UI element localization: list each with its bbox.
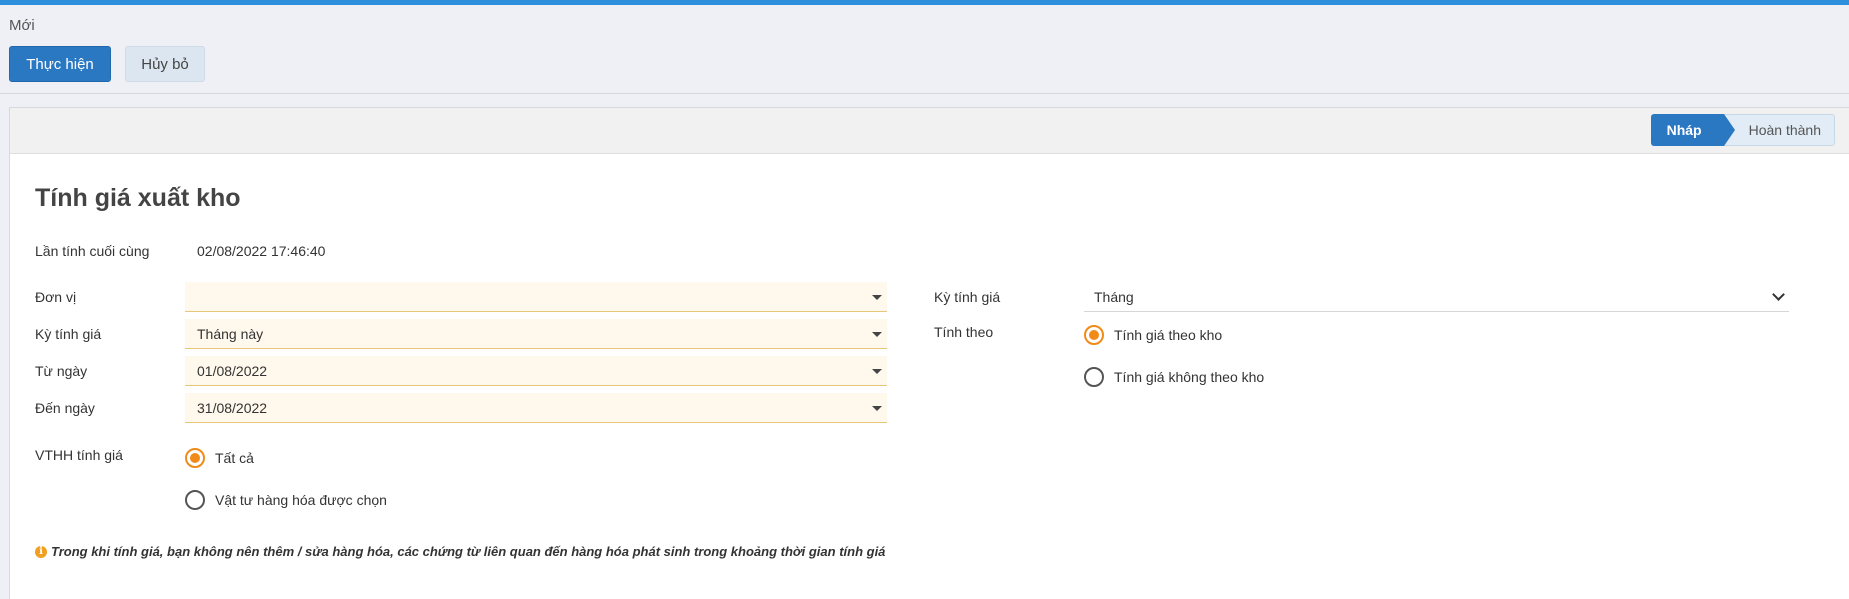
from-date-label: Từ ngày [35, 363, 88, 379]
breadcrumb: Mới [9, 17, 35, 34]
period-label: Kỳ tính giá [35, 326, 102, 342]
cancel-button[interactable]: Hủy bỏ [125, 46, 205, 82]
to-date-field[interactable]: 31/08/2022 [185, 393, 887, 423]
status-step-done[interactable]: Hoàn thành [1723, 114, 1835, 146]
last-calc-label: Lần tính cuối cùng [35, 243, 150, 259]
caret-down-icon [872, 295, 882, 300]
info-circle-icon: i [35, 545, 47, 558]
radio-by-warehouse-label: Tính giá theo kho [1114, 327, 1223, 343]
chevron-down-icon [1772, 288, 1785, 301]
top-accent-bar [0, 0, 1849, 5]
to-date-label: Đến ngày [35, 400, 95, 416]
radio-selected-items[interactable] [185, 490, 205, 510]
status-steps: Nháp Hoàn thành [1650, 114, 1835, 146]
info-note-text: Trong khi tính giá, bạn không nên thêm /… [51, 544, 886, 559]
radio-all-items[interactable] [185, 448, 205, 468]
caret-down-icon [872, 332, 882, 337]
page-title: Tính giá xuất kho [35, 184, 241, 212]
radio-all-items-label: Tất cả [215, 450, 254, 466]
unit-select[interactable] [185, 282, 887, 312]
status-bar: Nháp Hoàn thành [10, 108, 1849, 154]
radio-not-by-warehouse[interactable] [1084, 367, 1104, 387]
status-step-draft[interactable]: Nháp [1650, 114, 1735, 146]
execute-button[interactable]: Thực hiện [9, 46, 111, 82]
caret-down-icon [872, 369, 882, 374]
form-sheet: Nháp Hoàn thành Tính giá xuất kho Lần tí… [9, 107, 1849, 599]
period-select[interactable]: Tháng này [185, 319, 887, 349]
items-label: VTHH tính giá [35, 447, 123, 463]
header-divider [0, 93, 1849, 94]
from-date-value: 01/08/2022 [197, 363, 268, 379]
radio-not-by-warehouse-label: Tính giá không theo kho [1114, 369, 1265, 385]
info-note: i Trong khi tính giá, bạn không nên thêm… [35, 544, 885, 559]
radio-selected-items-label: Vật tư hàng hóa được chọn [215, 492, 387, 508]
right-period-label: Kỳ tính giá [934, 289, 1001, 305]
right-period-select[interactable]: Tháng [1084, 282, 1789, 312]
calc-by-label: Tính theo [934, 324, 994, 340]
unit-label: Đơn vị [35, 289, 77, 305]
radio-by-warehouse[interactable] [1084, 325, 1104, 345]
from-date-field[interactable]: 01/08/2022 [185, 356, 887, 386]
last-calc-value: 02/08/2022 17:46:40 [197, 243, 326, 259]
to-date-value: 31/08/2022 [197, 400, 268, 416]
caret-down-icon [872, 406, 882, 411]
right-period-value: Tháng [1094, 289, 1134, 305]
period-value: Tháng này [197, 326, 264, 342]
